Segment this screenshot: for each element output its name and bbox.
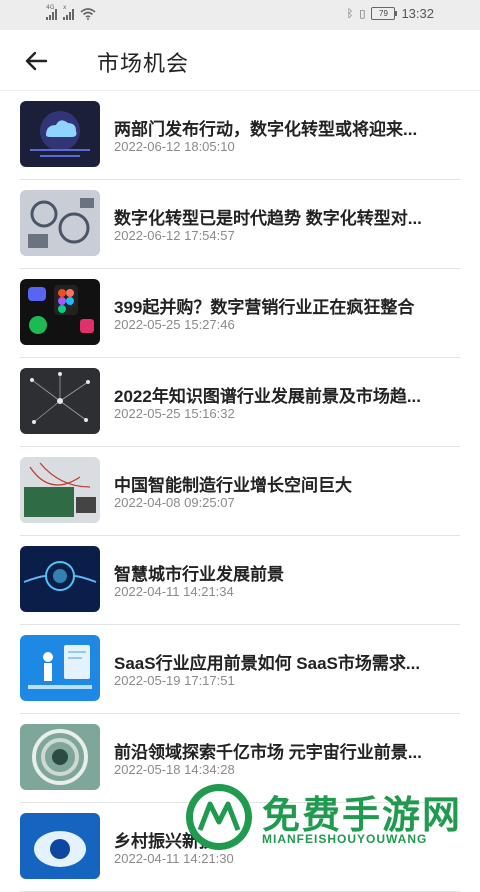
list-item[interactable]: 数字化转型已是时代趋势 数字化转型对... 2022-06-12 17:54:5…: [20, 180, 460, 269]
bluetooth-icon: ᛒ: [346, 7, 354, 20]
article-date: 2022-06-12 18:05:10: [114, 139, 235, 154]
app-header: 市场机会: [0, 30, 480, 91]
article-date: 2022-05-25 15:16:32: [114, 406, 235, 421]
list-item[interactable]: 399起并购？数字营销行业正在疯狂整合 2022-05-25 15:27:46: [20, 269, 460, 358]
list-item[interactable]: 2022年知识图谱行业发展前景及市场趋... 2022-05-25 15:16:…: [20, 358, 460, 447]
status-time: 13:32: [401, 6, 434, 21]
article-date: 2022-04-08 09:25:07: [114, 495, 235, 510]
article-thumbnail: [20, 546, 100, 612]
article-thumbnail: [20, 368, 100, 434]
article-title: 399起并购？数字营销行业正在疯狂整合: [114, 298, 415, 317]
article-title: 两部门发布行动，数字化转型或将迎来...: [114, 120, 418, 139]
article-date: 2022-05-19 17:17:51: [114, 673, 235, 688]
article-title: 2022年知识图谱行业发展前景及市场趋...: [114, 387, 421, 406]
watermark-subtext: MIANFEISHOUYOUWANG: [262, 832, 428, 846]
article-title: 数字化转型已是时代趋势 数字化转型对...: [114, 209, 422, 228]
article-thumbnail: [20, 457, 100, 523]
watermark-text: 免费手游网: [262, 793, 463, 837]
wifi-icon: [80, 8, 96, 20]
article-title: SaaS行业应用前景如何 SaaS市场需求...: [114, 654, 421, 673]
back-button[interactable]: [22, 48, 52, 74]
signal-icon: x: [63, 4, 74, 20]
article-date: 2022-04-11 14:21:34: [114, 584, 234, 599]
article-thumbnail: [20, 724, 100, 790]
article-date: 2022-06-12 17:54:57: [114, 228, 235, 243]
article-date: 2022-04-11 14:21:30: [114, 851, 234, 866]
vibrate-icon: ▯: [359, 8, 366, 20]
article-thumbnail: [20, 101, 100, 167]
article-title: 前沿领域探索千亿市场 元宇宙行业前景...: [114, 743, 422, 762]
list-item[interactable]: SaaS行业应用前景如何 SaaS市场需求... 2022-05-19 17:1…: [20, 625, 460, 714]
signal-icon: 4G: [46, 4, 57, 20]
battery-icon: 79: [371, 7, 398, 20]
article-thumbnail: [20, 279, 100, 345]
article-date: 2022-05-18 14:34:28: [114, 762, 235, 777]
status-right: ᛒ ▯ 79 13:32: [347, 6, 434, 21]
article-thumbnail: [20, 635, 100, 701]
article-date: 2022-05-25 15:27:46: [114, 317, 235, 332]
article-list: 两部门发布行动，数字化转型或将迎来... 2022-06-12 18:05:10…: [0, 91, 480, 892]
article-thumbnail: [20, 190, 100, 256]
status-left: 4G x: [46, 4, 96, 20]
list-item[interactable]: 两部门发布行动，数字化转型或将迎来... 2022-06-12 18:05:10: [20, 91, 460, 180]
arrow-left-icon: [25, 51, 48, 71]
article-thumbnail: [20, 813, 100, 879]
status-bar: 4G x ᛒ ▯ 79 13:32: [0, 0, 480, 30]
site-watermark: 免费手游网 MIANFEISHOUYOUWANG: [182, 780, 472, 853]
page-title: 市场机会: [97, 51, 190, 76]
watermark-logo-icon: [186, 784, 252, 850]
list-item[interactable]: 智慧城市行业发展前景 2022-04-11 14:21:34: [20, 536, 460, 625]
article-title: 智慧城市行业发展前景: [114, 565, 284, 584]
list-item[interactable]: 中国智能制造行业增长空间巨大 2022-04-08 09:25:07: [20, 447, 460, 536]
article-title: 中国智能制造行业增长空间巨大: [114, 476, 352, 495]
